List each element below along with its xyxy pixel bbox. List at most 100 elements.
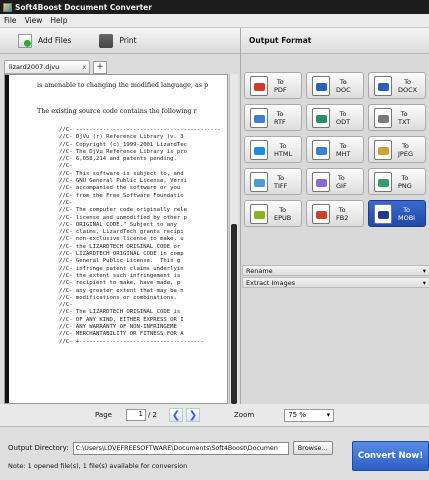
format-label: To FB2 — [336, 206, 348, 222]
to-rtf-button[interactable]: To RTF — [244, 104, 302, 131]
format-label: To DOCX — [398, 78, 417, 94]
scroll-thumb[interactable] — [231, 224, 237, 404]
jpeg-file-icon — [374, 139, 392, 160]
next-page-icon[interactable]: ❯ — [186, 408, 200, 422]
menu-view[interactable]: View — [21, 16, 47, 25]
format-label-to: To — [339, 109, 347, 118]
to-txt-button[interactable]: To TXT — [368, 104, 426, 131]
zoom-label: Zoom — [234, 411, 255, 419]
code-line: //C- from the Free Software Foundatio — [59, 192, 184, 199]
close-tab-icon[interactable]: x — [82, 64, 86, 71]
to-tiff-button[interactable]: To TIFF — [244, 168, 302, 195]
bottom-panel: Output Directory: C:\Users\LOVEFREESOFTW… — [0, 426, 429, 480]
code-line: //C- 6,058,214 and patents pending. — [59, 156, 177, 163]
format-label-name: HTML — [274, 149, 293, 158]
zoom-select[interactable]: 75 % ▾ — [284, 408, 335, 422]
to-mht-button[interactable]: To MHT — [306, 136, 364, 163]
code-line: //C- any greater extent that may be n — [59, 287, 184, 294]
toolbar: Add Files Print — [0, 28, 240, 54]
code-line: //C- the LIZARDTECH ORIGINAL CODE or — [59, 243, 184, 250]
code-line: //C- The LIZARDTECH ORIGINAL CODE is — [59, 309, 184, 316]
to-jpeg-button[interactable]: To JPEG — [368, 136, 426, 163]
menu-file[interactable]: File — [0, 16, 21, 25]
output-directory-field[interactable]: C:\Users\LOVEFREESOFTWARE\Documents\Soft… — [72, 441, 289, 455]
code-line: //C- modifications or combinations. — [59, 294, 177, 301]
add-files-icon — [18, 33, 32, 48]
chevron-down-icon: ▾ — [326, 411, 331, 419]
format-label-to: To — [277, 173, 285, 182]
to-gif-button[interactable]: To GIF — [306, 168, 364, 195]
epub-file-icon — [250, 203, 268, 224]
to-docx-button[interactable]: To DOCX — [368, 72, 426, 99]
output-directory-label: Output Directory: — [8, 444, 69, 452]
txt-file-icon — [374, 107, 392, 128]
add-files-button[interactable]: Add Files — [18, 33, 72, 48]
format-label-to: To — [403, 205, 410, 214]
code-line: //C- GNU General Public License, Versi — [59, 178, 187, 185]
fb2-file-icon — [312, 203, 330, 224]
gif-file-icon — [312, 171, 330, 192]
tab-document[interactable]: lizard2007.djvu x — [4, 60, 90, 74]
to-fb2-button[interactable]: To FB2 — [306, 200, 364, 227]
page-input[interactable]: 1 — [125, 409, 146, 421]
to-html-button[interactable]: To HTML — [244, 136, 302, 163]
page-total: / 2 — [147, 411, 157, 419]
rename-section[interactable]: Rename ▾ — [242, 265, 429, 276]
format-label-name: PDF — [274, 85, 287, 94]
to-pdf-button[interactable]: To PDF — [244, 72, 302, 99]
code-line: //C- DjVu (r) Reference Library (v. 3 — [59, 134, 184, 141]
code-line: //C- infringe patent claims underlyin — [59, 265, 184, 272]
code-line: //C- ANY WARRANTY OF NON-INFRINGEME — [59, 324, 177, 331]
docx-file-icon — [374, 75, 392, 96]
to-odt-button[interactable]: To ODT — [306, 104, 364, 131]
code-line: //C- non-exclusive license to make, u — [59, 236, 184, 243]
output-format-panel: Output Format To PDF To DOC To DOCX To RTF To ODT… — [240, 28, 429, 404]
rtf-file-icon — [250, 107, 268, 128]
format-label-to: To — [400, 109, 408, 118]
print-button[interactable]: Print — [99, 33, 137, 48]
format-label-to: To — [279, 205, 287, 214]
document-viewer: lizard2007.djvu x + is amenable to chang… — [0, 54, 240, 404]
app-icon — [3, 2, 12, 12]
format-label-to: To — [276, 109, 284, 118]
browse-button[interactable]: Browse... — [292, 441, 333, 455]
code-line: //C- -----------------------------------… — [59, 127, 221, 133]
format-label: To DOC — [336, 78, 351, 94]
code-line: //C- license and unmodified by other p — [59, 214, 187, 221]
format-label: To MOBI — [398, 206, 415, 222]
to-doc-button[interactable]: To DOC — [306, 72, 364, 99]
code-line: //C- OF ANY KIND, EITHER EXPRESS OR I — [59, 316, 184, 323]
format-label-name: FB2 — [336, 213, 349, 222]
page-label: Page — [95, 411, 112, 419]
zoom-control: Zoom 75 % ▾ — [228, 404, 429, 426]
to-mobi-button[interactable]: To MOBI — [368, 200, 426, 227]
odt-file-icon — [312, 107, 330, 128]
format-label-name: TIFF — [274, 181, 288, 190]
chevron-down-icon: ▾ — [422, 266, 426, 275]
extract-images-section[interactable]: Extract Images ▾ — [242, 277, 429, 288]
format-label: To EPUB — [274, 206, 291, 222]
format-label-to: To — [338, 205, 346, 214]
format-label-name: MHT — [336, 149, 351, 158]
page-navigation: Page 1 / 2 ❮ ❯ — [0, 404, 240, 426]
format-label: To HTML — [274, 142, 292, 158]
first-page-icon[interactable]: ❮ — [169, 408, 183, 422]
format-label: To JPEG — [398, 142, 413, 158]
page-edge — [5, 75, 9, 403]
format-label: To PDF — [274, 78, 287, 94]
zoom-value: 75 % — [288, 411, 306, 419]
code-line: //C- accompanied the software or you — [59, 185, 184, 192]
vertical-scrollbar[interactable] — [229, 74, 238, 404]
png-file-icon — [374, 171, 392, 192]
code-line: //C- claims, LizardTech grants recipi — [59, 229, 184, 236]
menu-help[interactable]: Help — [46, 16, 71, 25]
print-label: Print — [119, 36, 137, 45]
page-line: The existing source code contains the fo… — [37, 107, 197, 115]
add-files-label: Add Files — [38, 36, 72, 45]
format-label-name: PNG — [398, 181, 412, 190]
code-line: //C- — [59, 199, 73, 206]
convert-now-button[interactable]: Convert Now! — [352, 441, 429, 471]
to-epub-button[interactable]: To EPUB — [244, 200, 302, 227]
to-png-button[interactable]: To PNG — [368, 168, 426, 195]
new-tab-button[interactable]: + — [93, 60, 107, 74]
